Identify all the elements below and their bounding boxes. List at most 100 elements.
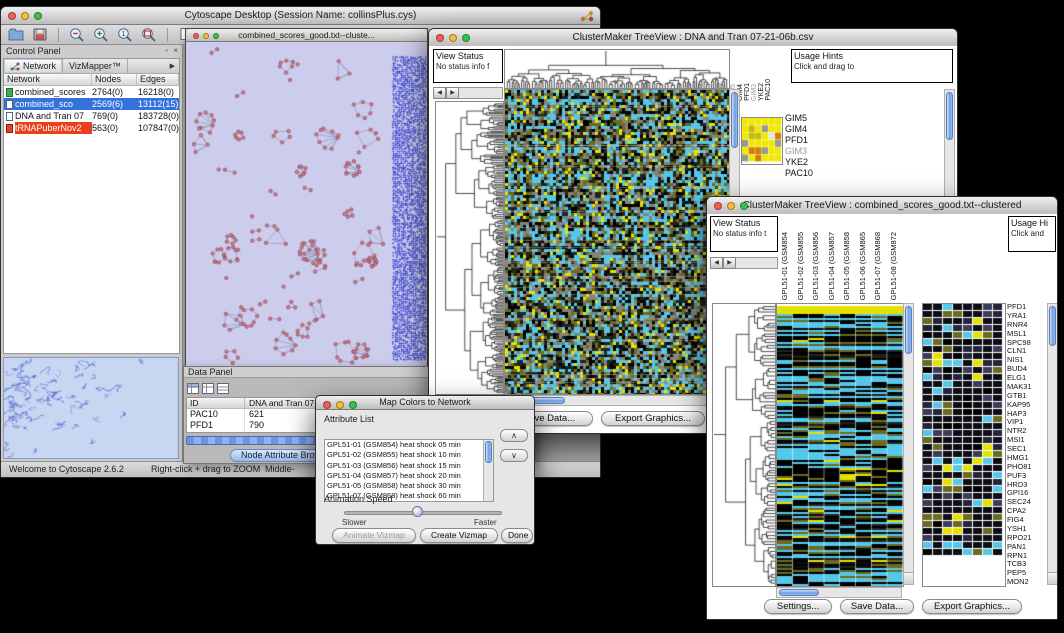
gene-label[interactable]: PAC10 bbox=[785, 168, 831, 179]
gene-label[interactable]: MSL1 bbox=[1007, 330, 1045, 339]
network-table-row[interactable]: combined_sco 2569(6) 13112(15) bbox=[4, 98, 179, 110]
gene-label[interactable]: YKE2 bbox=[785, 157, 831, 168]
save-data-button[interactable]: Save Data... bbox=[840, 599, 914, 614]
vscroll-thumb[interactable] bbox=[731, 92, 738, 148]
attribute-item[interactable]: GPL51-01 (GSM854) heat shock 05 min bbox=[325, 440, 493, 450]
col-edges[interactable]: Edges bbox=[137, 74, 179, 85]
export-graphics-button[interactable]: Export Graphics... bbox=[601, 411, 705, 426]
main-titlebar[interactable]: Cytoscape Desktop (Session Name: collins… bbox=[1, 7, 600, 25]
gene-label[interactable]: PFD1 bbox=[785, 135, 831, 146]
gene-label[interactable]: GIM5 bbox=[785, 113, 831, 124]
treeview-combined-titlebar[interactable]: ClusterMaker TreeView : combined_scores_… bbox=[707, 197, 1057, 215]
gene-label[interactable]: PAN1 bbox=[1007, 543, 1045, 552]
attribute-list-scrollbar[interactable] bbox=[483, 440, 493, 501]
animation-speed-slider[interactable] bbox=[344, 511, 502, 515]
treeview-dna-titlebar[interactable]: ClusterMaker TreeView : DNA and Tran 07-… bbox=[429, 29, 957, 47]
heatmap-hscrollbar[interactable] bbox=[776, 587, 902, 598]
move-up-button[interactable]: ∧ bbox=[500, 429, 528, 442]
nav-track[interactable] bbox=[459, 87, 503, 99]
minimize-button[interactable] bbox=[21, 12, 29, 20]
dna-col-dendrogram-canvas[interactable] bbox=[504, 49, 730, 89]
attribute-list[interactable]: GPL51-01 (GSM854) heat shock 05 minGPL51… bbox=[324, 439, 494, 502]
desktop: Cytoscape Desktop (Session Name: collins… bbox=[0, 0, 1064, 633]
gene-label[interactable]: MON2 bbox=[1007, 578, 1045, 587]
create-vizmap-button[interactable]: Create Vizmap bbox=[420, 528, 498, 543]
export-graphics-button[interactable]: Export Graphics... bbox=[922, 599, 1022, 614]
zoom-button[interactable] bbox=[34, 12, 42, 20]
zoom-button[interactable] bbox=[740, 202, 748, 210]
genelist-vscrollbar[interactable] bbox=[1047, 303, 1057, 585]
tab-vizmapper[interactable]: VizMapper™ bbox=[63, 59, 128, 73]
move-down-button[interactable]: ∨ bbox=[500, 449, 528, 462]
vscroll-arrows[interactable] bbox=[904, 572, 913, 584]
tabs-more-icon[interactable]: ▶ bbox=[166, 59, 179, 73]
close-button[interactable] bbox=[193, 33, 199, 39]
zoom-button[interactable] bbox=[213, 33, 219, 39]
zoom-actual-icon[interactable]: 1 bbox=[116, 26, 134, 43]
col-id[interactable]: ID bbox=[187, 398, 245, 408]
close-button[interactable] bbox=[714, 202, 722, 210]
attribute-item[interactable]: GPL51-04 (GSM857) heat shock 20 min bbox=[325, 471, 493, 481]
col-network[interactable]: Network bbox=[4, 74, 92, 85]
col-nodes[interactable]: Nodes bbox=[92, 74, 137, 85]
network-view-canvas[interactable] bbox=[186, 42, 427, 368]
minimize-button[interactable] bbox=[449, 34, 457, 42]
tab-network[interactable]: Network bbox=[4, 59, 63, 73]
close-panel-icon[interactable]: × bbox=[173, 45, 178, 57]
scroll-right-icon[interactable]: ▶ bbox=[446, 87, 459, 99]
gene-label[interactable]: PUF3 bbox=[1007, 472, 1045, 481]
network-table-row[interactable]: combined_scores 2764(0) 16218(0) bbox=[4, 86, 179, 98]
vscroll-thumb[interactable] bbox=[946, 92, 953, 140]
vscroll-arrows[interactable] bbox=[1048, 572, 1057, 584]
network-table-row[interactable]: tRNAPuberNov2 563(0) 107847(0) bbox=[4, 122, 179, 134]
attribute-item[interactable]: GPL51-05 (GSM858) heat shock 30 min bbox=[325, 481, 493, 491]
done-button[interactable]: Done bbox=[501, 528, 533, 543]
vscroll-thumb[interactable] bbox=[485, 441, 492, 463]
map-dialog-titlebar[interactable]: Map Colors to Network bbox=[316, 396, 534, 410]
birdseye-canvas[interactable] bbox=[4, 358, 178, 458]
minimize-button[interactable] bbox=[727, 202, 735, 210]
float-panel-icon[interactable]: ▫ bbox=[165, 45, 168, 57]
combined-heatmap-canvas[interactable] bbox=[776, 303, 904, 587]
hscroll-thumb[interactable] bbox=[779, 589, 819, 596]
scroll-right-icon[interactable]: ▶ bbox=[723, 257, 736, 269]
birdseye-view[interactable] bbox=[3, 357, 179, 459]
zoom-fit-icon[interactable] bbox=[140, 26, 158, 43]
zoom-button[interactable] bbox=[462, 34, 470, 42]
minimize-button[interactable] bbox=[203, 33, 209, 39]
network-nodes: 563(0) bbox=[92, 122, 138, 134]
vscroll-thumb[interactable] bbox=[905, 306, 912, 354]
zoom-out-icon[interactable] bbox=[68, 26, 86, 43]
scroll-left-icon[interactable]: ◀ bbox=[710, 257, 723, 269]
minimize-button[interactable] bbox=[336, 401, 344, 409]
combined-right-heatmap-canvas[interactable] bbox=[922, 303, 1006, 587]
slider-thumb[interactable] bbox=[412, 506, 423, 517]
vscroll-thumb[interactable] bbox=[1049, 306, 1056, 346]
network-table-row[interactable]: DNA and Tran 07 769(0) 183728(0) bbox=[4, 110, 179, 122]
gene-label[interactable]: KAP95 bbox=[1007, 401, 1045, 410]
zoom-button[interactable] bbox=[349, 401, 357, 409]
dna-heatmap-canvas[interactable] bbox=[504, 89, 730, 395]
zoom-in-icon[interactable] bbox=[92, 26, 110, 43]
col-array-label: GPL51-02 (GSM855 bbox=[793, 232, 809, 300]
close-button[interactable] bbox=[8, 12, 16, 20]
combined-row-dendrogram-canvas[interactable] bbox=[712, 303, 776, 587]
heatmap-hscrollbar[interactable] bbox=[504, 395, 728, 406]
animate-vizmap-button[interactable]: Animate Vizmap bbox=[332, 528, 416, 543]
scroll-left-icon[interactable]: ◀ bbox=[433, 87, 446, 99]
dna-mini-heatmap-canvas[interactable] bbox=[741, 117, 783, 165]
heatmap-vscrollbar[interactable] bbox=[903, 303, 914, 585]
status-pan-hint: Middle- bbox=[265, 462, 295, 477]
dna-row-dendrogram-canvas[interactable] bbox=[435, 101, 504, 395]
save-session-icon[interactable] bbox=[31, 26, 49, 43]
network-frame-titlebar[interactable]: combined_scores_good.txt--cluste... bbox=[186, 29, 427, 42]
attribute-item[interactable]: GPL51-03 (GSM856) heat shock 15 min bbox=[325, 461, 493, 471]
settings-button[interactable]: Settings... bbox=[764, 599, 832, 614]
attribute-item[interactable]: GPL51-02 (GSM855) heat shock 10 min bbox=[325, 450, 493, 460]
open-session-icon[interactable] bbox=[7, 26, 25, 43]
close-button[interactable] bbox=[323, 401, 331, 409]
gene-label[interactable]: GIM4 bbox=[785, 124, 831, 135]
gene-label[interactable]: GIM3 bbox=[785, 146, 831, 157]
nav-track[interactable] bbox=[736, 257, 778, 269]
close-button[interactable] bbox=[436, 34, 444, 42]
